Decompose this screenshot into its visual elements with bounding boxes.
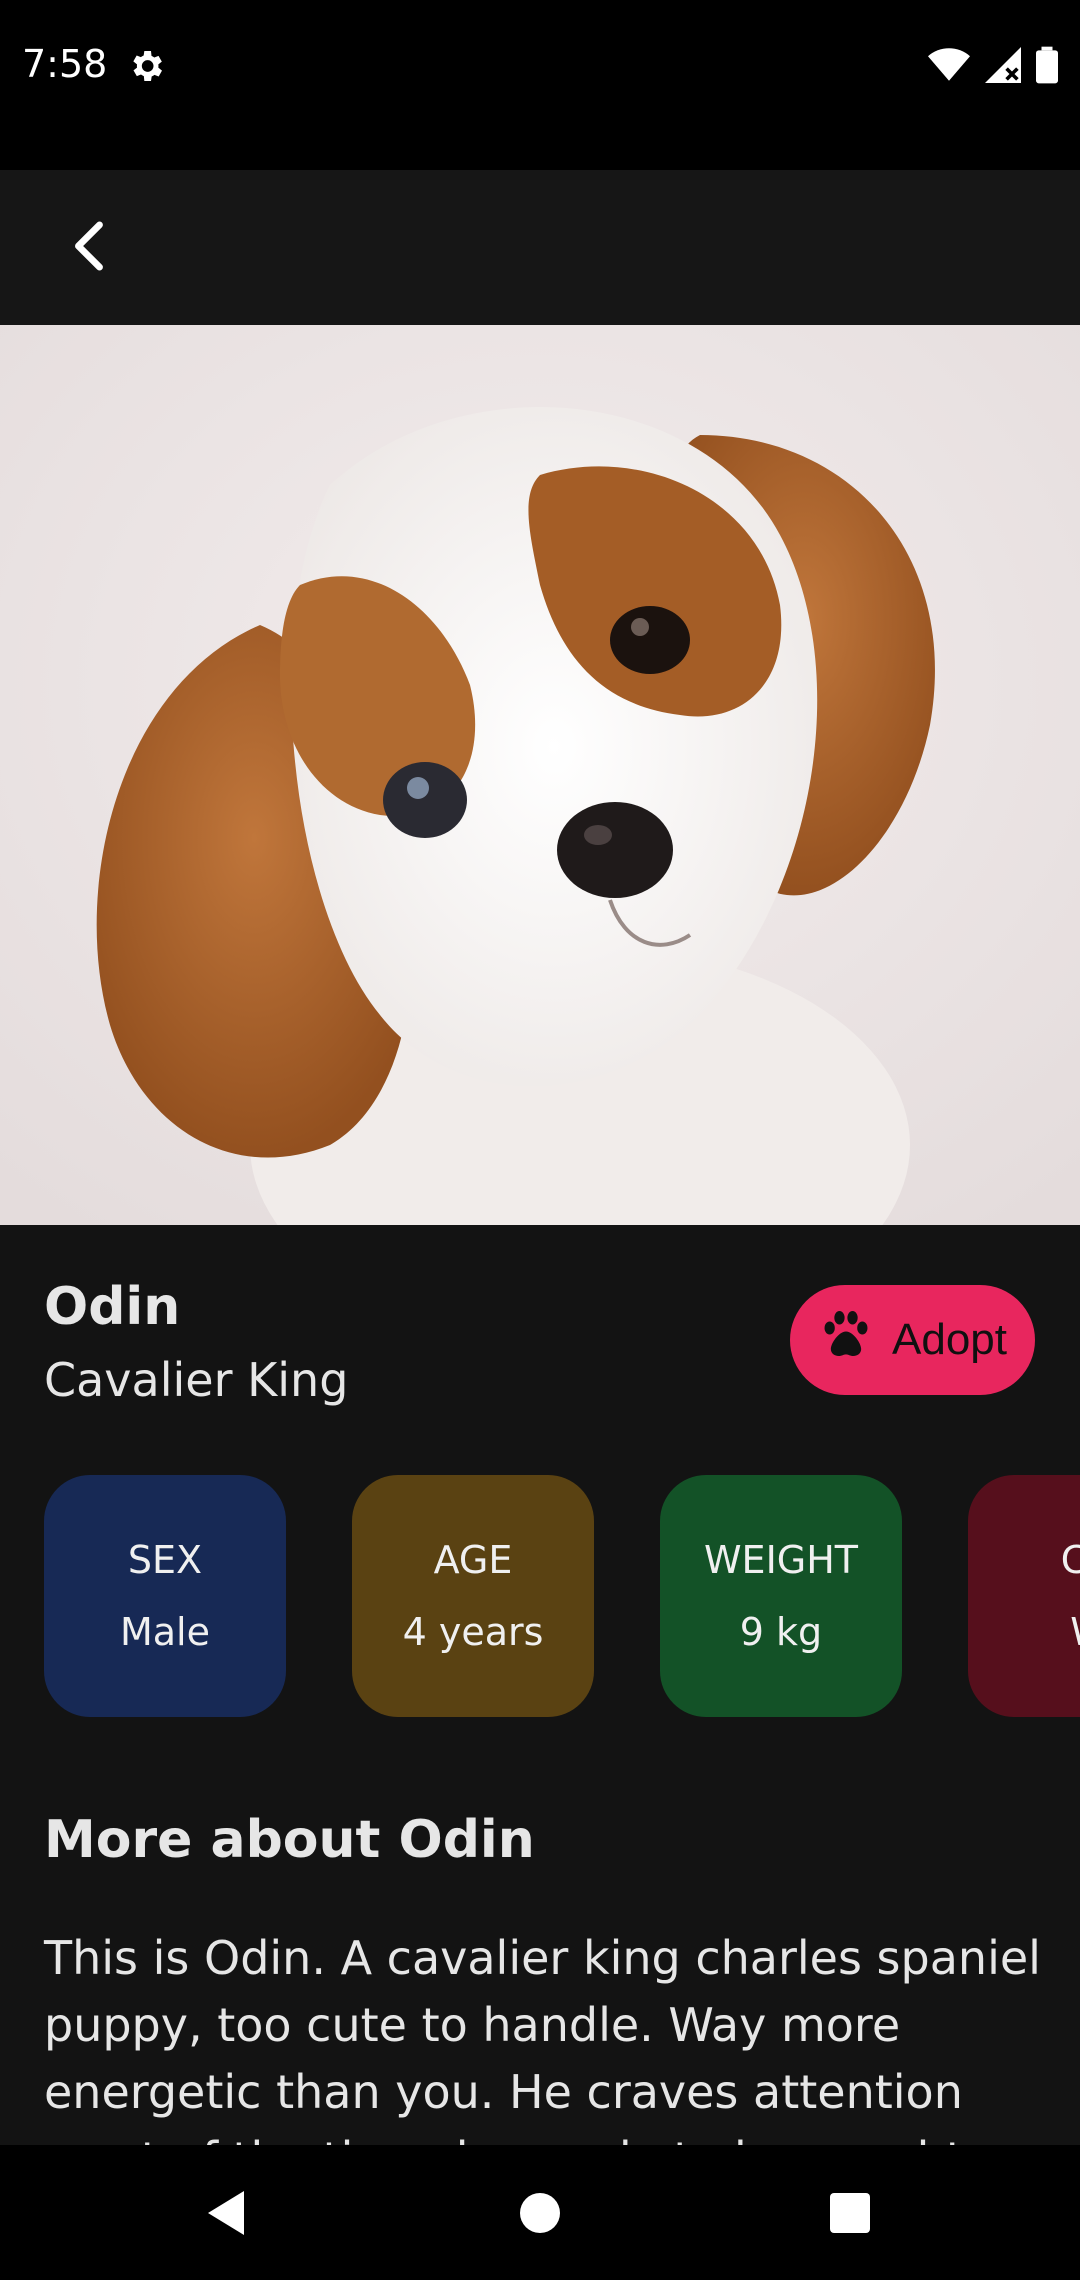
app-bar <box>0 170 1080 325</box>
wifi-icon <box>928 47 970 87</box>
battery-icon <box>1036 46 1058 88</box>
info-card-value: W <box>1070 1610 1080 1654</box>
info-card-color: CO W <box>968 1475 1080 1717</box>
nav-recents-button[interactable] <box>810 2175 890 2255</box>
signal-icon <box>984 47 1022 87</box>
triangle-back-icon <box>204 2189 248 2241</box>
paw-icon <box>818 1307 874 1374</box>
pet-name: Odin <box>44 1277 181 1337</box>
info-card-label: AGE <box>433 1538 513 1582</box>
nav-home-button[interactable] <box>500 2175 580 2255</box>
info-card-label: WEIGHT <box>703 1538 859 1582</box>
chevron-left-icon <box>68 221 108 275</box>
system-nav-bar <box>0 2145 1080 2280</box>
status-time: 7:58 <box>22 42 108 86</box>
pet-details: Odin Cavalier King Adopt SEX Male AGE 4 … <box>0 1225 1080 2145</box>
about-title: More about Odin <box>44 1810 535 1870</box>
info-card-label: CO <box>1060 1538 1080 1582</box>
info-card-value: Male <box>119 1610 210 1654</box>
nav-back-button[interactable] <box>186 2175 266 2255</box>
circle-home-icon <box>518 2191 562 2239</box>
info-cards: SEX Male AGE 4 years WEIGHT 9 kg CO W <box>44 1475 1080 1717</box>
gear-icon <box>126 46 166 86</box>
info-card-value: 4 years <box>402 1610 544 1654</box>
info-card-weight: WEIGHT 9 kg <box>660 1475 902 1717</box>
about-text: This is Odin. A cavalier king charles sp… <box>44 1931 1041 2145</box>
status-bar: 7:58 <box>0 0 1080 170</box>
info-card-value: 9 kg <box>739 1610 823 1654</box>
adopt-button[interactable]: Adopt <box>790 1285 1035 1395</box>
info-card-sex: SEX Male <box>44 1475 286 1717</box>
back-button[interactable] <box>40 200 136 296</box>
info-card-age: AGE 4 years <box>352 1475 594 1717</box>
pet-photo <box>0 325 1080 1225</box>
adopt-label: Adopt <box>892 1315 1007 1364</box>
info-card-label: SEX <box>127 1538 203 1582</box>
square-recents-icon <box>828 2191 872 2239</box>
pet-breed: Cavalier King <box>44 1353 349 1407</box>
